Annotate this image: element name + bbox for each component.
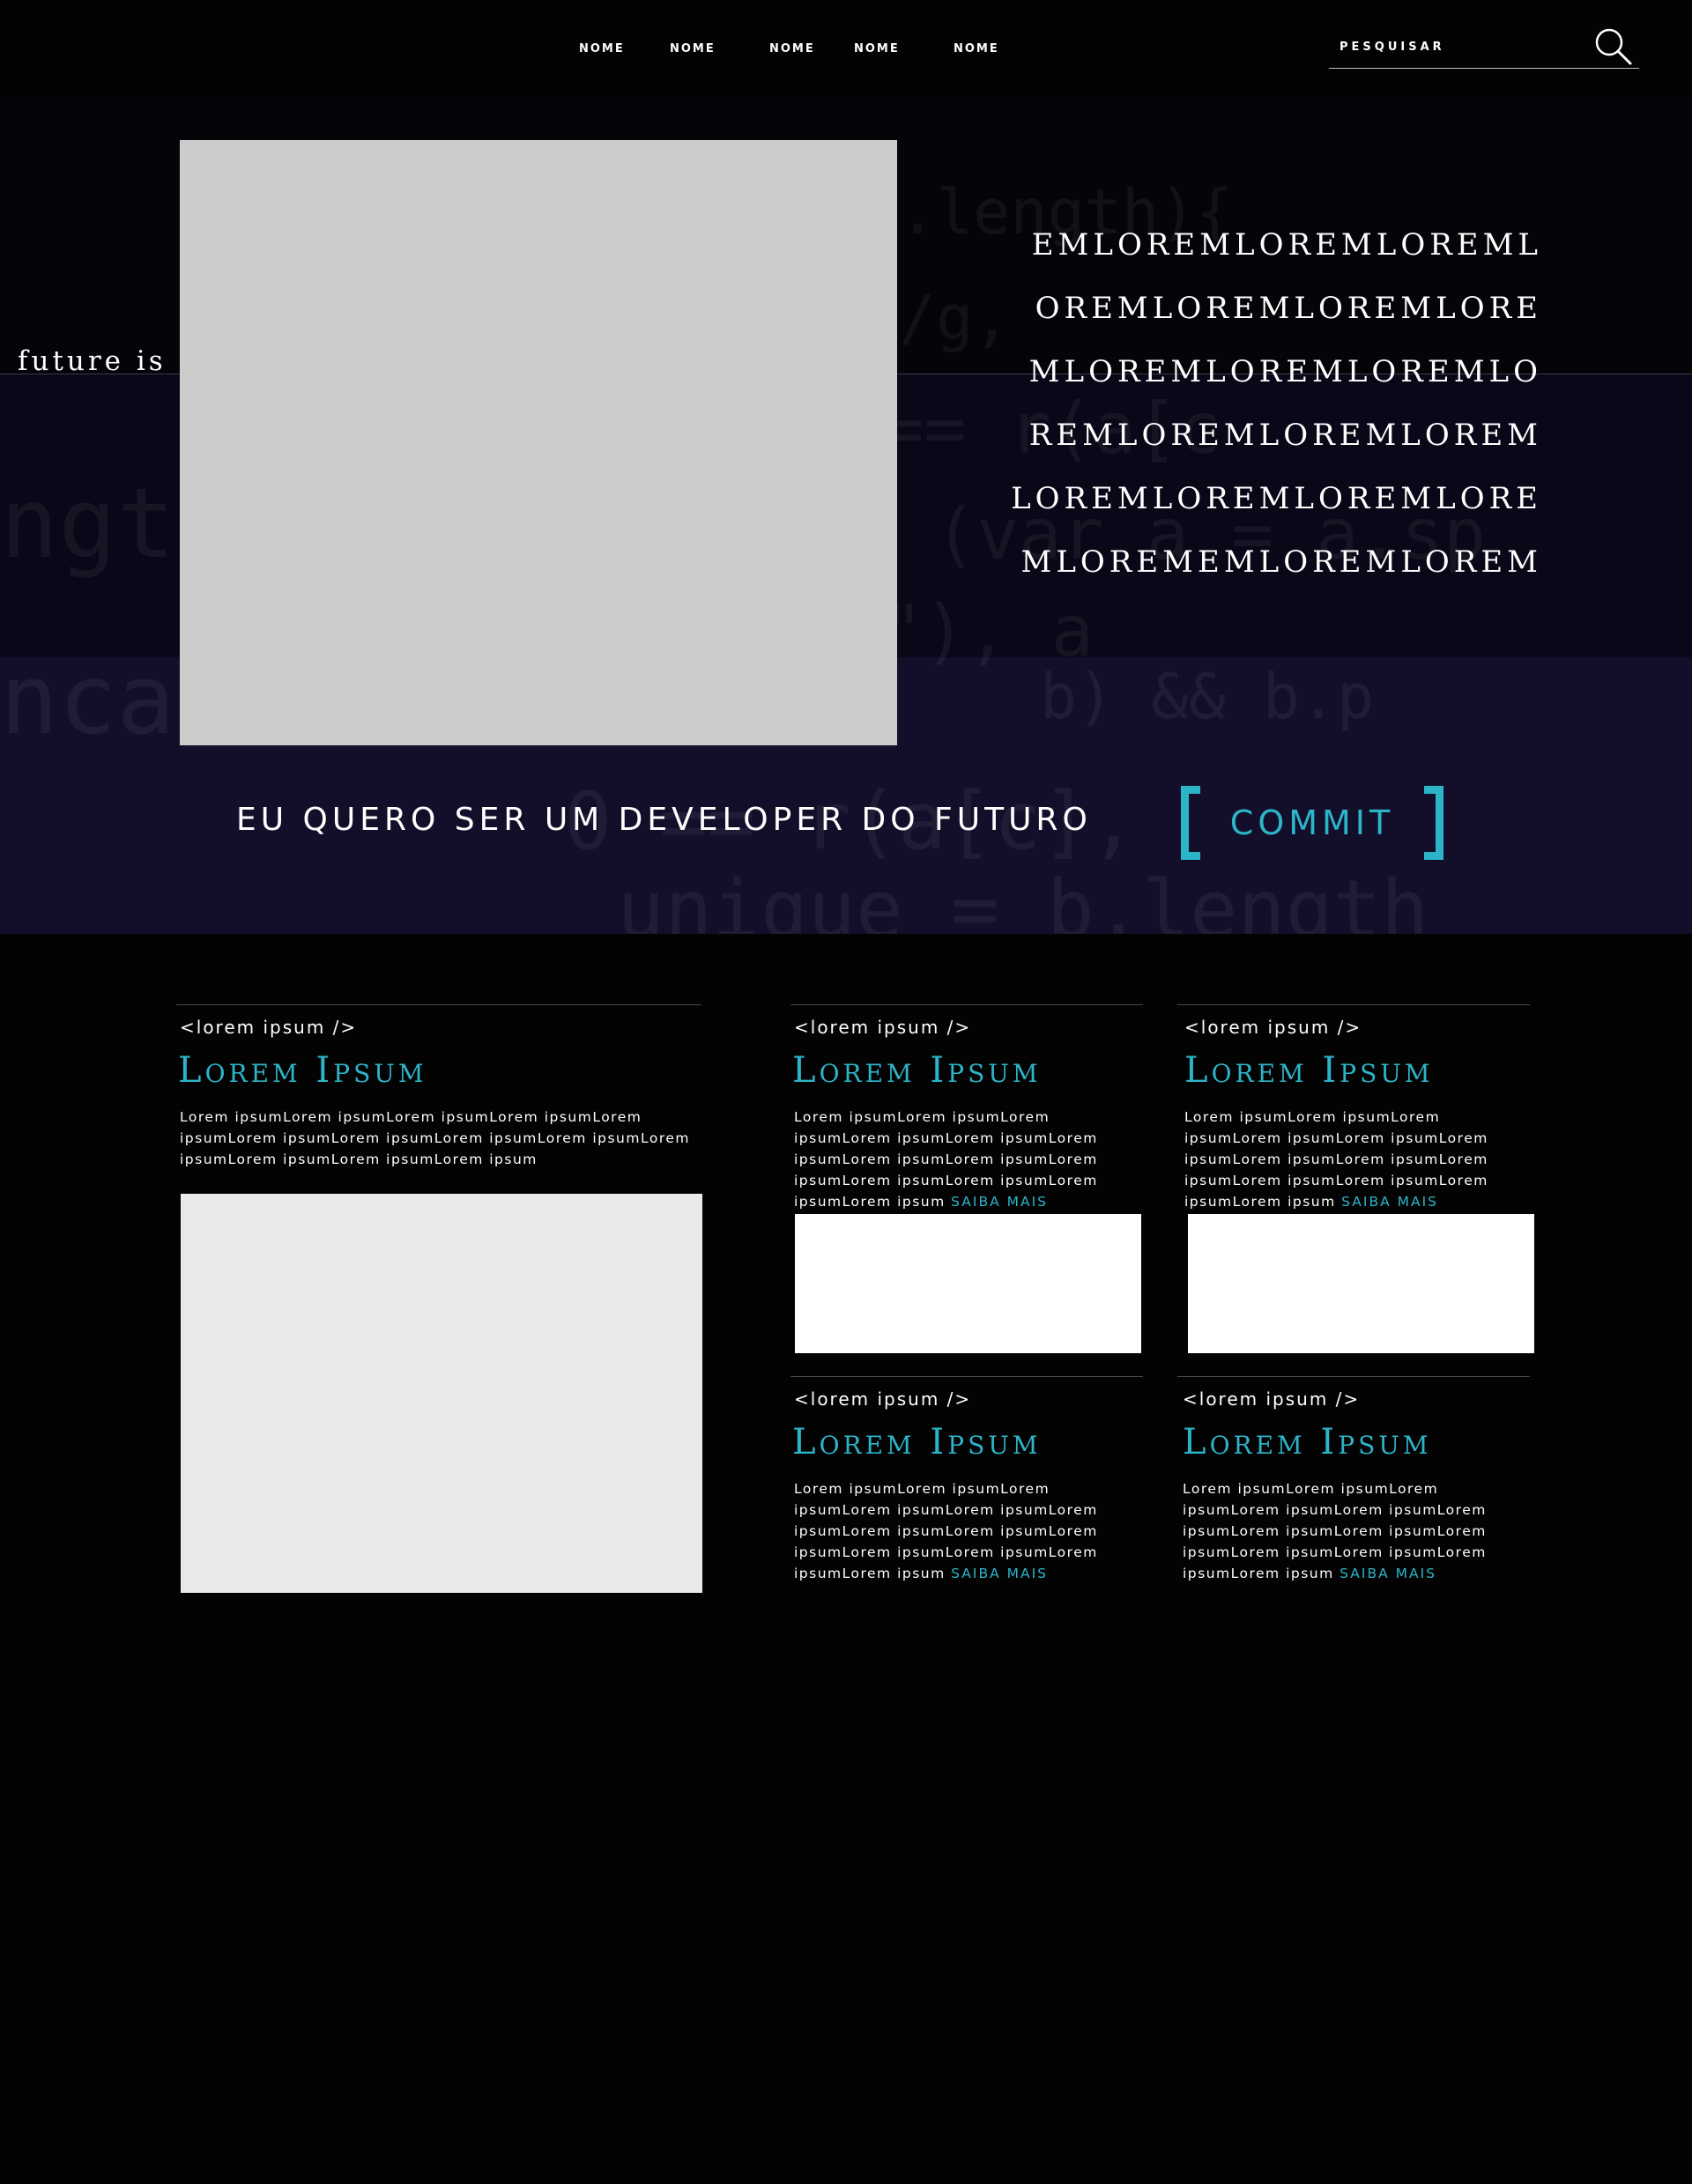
card-body-line: Lorem ipsumLorem ipsumLorem <box>1184 1109 1441 1125</box>
search-icon[interactable] <box>1593 26 1634 67</box>
commit-button-label: COMMIT <box>1229 803 1395 842</box>
card-body-line: ipsumLorem ipsumLorem ipsumLorem <box>1183 1502 1487 1518</box>
card-title[interactable]: Lorem Ipsum <box>792 1050 1042 1091</box>
card-body-line: Lorem ipsumLorem ipsumLorem <box>794 1109 1050 1125</box>
card-body-line-text: ipsumLorem ipsum <box>794 1194 946 1210</box>
card-divider <box>1177 1376 1530 1377</box>
card-body: Lorem ipsumLorem ipsumLorem ipsumLorem i… <box>794 1107 1098 1212</box>
card-body-line: ipsumLorem ipsumLorem ipsumLorem <box>794 1130 1098 1146</box>
card-title[interactable]: Lorem Ipsum <box>792 1422 1042 1462</box>
small-card: <lorem ipsum /> Lorem Ipsum Lorem ipsumL… <box>1177 1004 1534 1357</box>
nav-item-3[interactable]: NOME <box>769 42 815 56</box>
featured-card-image <box>181 1194 702 1593</box>
page: NOME NOME NOME NOME NOME .length){ /g, =… <box>0 0 1692 2184</box>
card-body-line-text: ipsumLorem ipsum <box>1183 1566 1334 1581</box>
card-body: Lorem ipsumLorem ipsumLorem ipsumLorem i… <box>180 1107 690 1170</box>
small-card-image <box>795 1214 1141 1353</box>
hero-text-line: MLOREMEMLOREMLOREM <box>1020 544 1542 580</box>
hero-section: .length){ /g, == r(a[c (var a = a.sp "),… <box>0 97 1692 934</box>
card-body-line: ipsumLorem ipsumLorem ipsumLorem <box>794 1151 1098 1167</box>
card-body-line: ipsumLorem ipsumLorem ipsumLorem <box>794 1544 1098 1560</box>
card-title[interactable]: Lorem Ipsum <box>1184 1050 1434 1091</box>
card-title[interactable]: Lorem Ipsum <box>178 1050 427 1091</box>
small-card: <lorem ipsum /> Lorem Ipsum Lorem ipsumL… <box>790 1004 1143 1357</box>
hero-text-line: EMLOREMLOREMLOREML <box>1031 227 1542 263</box>
card-body-line: ipsumLorem ipsumLorem ipsumLorem <box>1184 1173 1488 1188</box>
card-body-line: ipsumLorem ipsum SAIBA MAIS <box>1183 1563 1487 1584</box>
card-tag: <lorem ipsum /> <box>794 1388 972 1410</box>
nav-item-5[interactable]: NOME <box>954 42 999 56</box>
card-tag: <lorem ipsum /> <box>180 1017 358 1038</box>
cta-text: EU QUERO SER UM DEVELOPER DO FUTURO <box>236 802 1092 838</box>
card-divider <box>1177 1004 1530 1005</box>
featured-card: <lorem ipsum /> Lorem Ipsum Lorem ipsumL… <box>176 1004 705 1595</box>
commit-button[interactable]: COMMIT <box>1181 786 1443 860</box>
hero-text-block: EMLOREMLOREMLOREML OREMLOREMLOREMLORE ML… <box>996 213 1542 594</box>
saiba-mais-link[interactable]: SAIBA MAIS <box>1340 1566 1436 1581</box>
hero-image-placeholder <box>180 140 897 745</box>
top-nav: NOME NOME NOME NOME NOME <box>0 0 1692 97</box>
card-tag: <lorem ipsum /> <box>1184 1017 1362 1038</box>
hero-text-line: LOREMLOREMLOREMLORE <box>1011 481 1542 516</box>
card-body-line: ipsumLorem ipsum SAIBA MAIS <box>794 1563 1098 1584</box>
card-body-line: ipsumLorem ipsum SAIBA MAIS <box>794 1191 1098 1212</box>
card-body: Lorem ipsumLorem ipsumLorem ipsumLorem i… <box>1184 1107 1488 1212</box>
card-body-line: ipsumLorem ipsumLorem ipsumLorem <box>794 1523 1098 1539</box>
hero-side-text: future is <box>18 345 167 377</box>
saiba-mais-link[interactable]: SAIBA MAIS <box>951 1566 1048 1581</box>
card-body-line: ipsumLorem ipsumLorem ipsumLorem <box>794 1173 1098 1188</box>
hero-text-line: OREMLOREMLOREMLORE <box>1035 291 1542 326</box>
card-body-line: ipsumLorem ipsumLorem ipsumLorem <box>1184 1130 1488 1146</box>
card-body-line: Lorem ipsumLorem ipsumLorem <box>794 1481 1050 1497</box>
card-divider <box>790 1376 1143 1377</box>
small-card-image <box>1188 1214 1534 1353</box>
small-card: <lorem ipsum /> Lorem Ipsum Lorem ipsumL… <box>790 1376 1143 1596</box>
card-body-line: Lorem ipsumLorem ipsumLorem <box>1183 1481 1439 1497</box>
saiba-mais-link[interactable]: SAIBA MAIS <box>951 1194 1048 1210</box>
nav-item-4[interactable]: NOME <box>854 42 900 56</box>
card-body-line-text: ipsumLorem ipsum <box>1184 1194 1336 1210</box>
card-body-line: Lorem ipsumLorem ipsumLorem ipsumLorem i… <box>180 1109 642 1125</box>
card-body: Lorem ipsumLorem ipsumLorem ipsumLorem i… <box>794 1478 1098 1584</box>
card-body-line: ipsumLorem ipsum SAIBA MAIS <box>1184 1191 1488 1212</box>
saiba-mais-link[interactable]: SAIBA MAIS <box>1341 1194 1438 1210</box>
card-body-line: ipsumLorem ipsumLorem ipsumLorem ipsumLo… <box>180 1130 690 1146</box>
hero-text-line: MLOREMLOREMLOREMLO <box>1028 354 1542 389</box>
small-card: <lorem ipsum /> Lorem Ipsum Lorem ipsumL… <box>1177 1376 1530 1596</box>
card-body-line: ipsumLorem ipsumLorem ipsumLorem <box>1184 1151 1488 1167</box>
card-body-line: ipsumLorem ipsumLorem ipsumLorem <box>794 1502 1098 1518</box>
card-body: Lorem ipsumLorem ipsumLorem ipsumLorem i… <box>1183 1478 1487 1584</box>
nav-item-1[interactable]: NOME <box>579 42 625 56</box>
search-field <box>1329 25 1639 69</box>
card-divider <box>176 1004 701 1005</box>
card-tag: <lorem ipsum /> <box>794 1017 972 1038</box>
card-body-line: ipsumLorem ipsumLorem ipsumLorem ipsum <box>180 1151 538 1167</box>
search-input[interactable] <box>1340 35 1586 58</box>
card-tag: <lorem ipsum /> <box>1183 1388 1361 1410</box>
card-body-line: ipsumLorem ipsumLorem ipsumLorem <box>1183 1523 1487 1539</box>
card-title[interactable]: Lorem Ipsum <box>1183 1422 1432 1462</box>
card-body-line: ipsumLorem ipsumLorem ipsumLorem <box>1183 1544 1487 1560</box>
card-body-line-text: ipsumLorem ipsum <box>794 1566 946 1581</box>
nav-item-2[interactable]: NOME <box>670 42 716 56</box>
hero-text-line: REMLOREMLOREMLOREM <box>1028 418 1542 453</box>
card-divider <box>790 1004 1143 1005</box>
